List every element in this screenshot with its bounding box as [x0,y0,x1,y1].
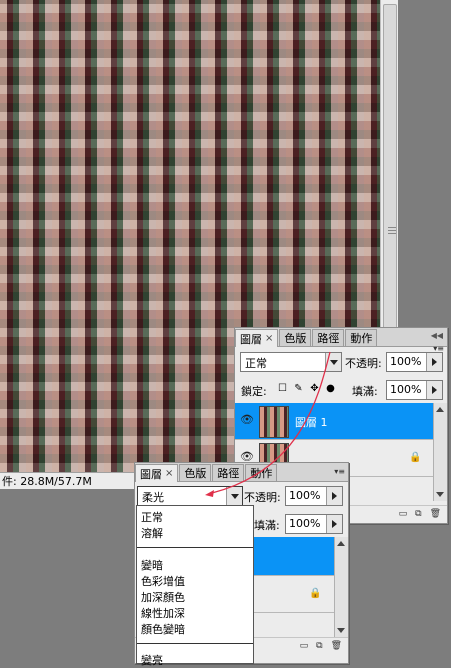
tab-label: 色版 [184,467,207,480]
layer-thumbnail [259,406,289,438]
doc-size-readout: 件: 28.8M/57.7M [2,475,92,488]
scroll-grip-line [388,230,396,231]
tab-paths[interactable]: 路徑 [312,329,345,346]
menu-item-normal[interactable]: 正常 [141,509,163,525]
fill-slider-toggle-icon[interactable] [426,381,442,399]
tab-channels[interactable]: 色版 [279,329,312,346]
blend-mode-select[interactable]: 正常 [240,352,342,372]
close-icon[interactable]: × [165,468,173,479]
menu-item-darker-color[interactable]: 顏色變暗 [141,621,185,637]
lock-icon: 🔒 [409,452,422,463]
panel-tabs: 圖層 × 色版 路徑 動作 [235,328,447,347]
tab-layers[interactable]: 圖層 × [235,329,279,347]
new-layer-icon[interactable]: ⧉ [415,509,421,519]
scroll-grip-line [388,233,396,234]
chevron-down-icon[interactable] [226,487,242,505]
opacity-field[interactable]: 100% [386,352,443,372]
panel-menu-icon[interactable]: ▾≡ [334,467,345,476]
fill-label: 填滿: [254,519,280,532]
blend-mode-menu: 正常 溶解 變暗 色彩增值 加深顏色 線性加深 顏色變暗 變亮 [136,505,254,667]
tab-label: 圖層 [140,467,162,481]
tab-label: 路徑 [317,332,340,345]
tab-layers[interactable]: 圖層 × [135,464,179,482]
opacity-field[interactable]: 100% [285,486,343,506]
scroll-grip-line [388,227,396,228]
layers-scrollbar[interactable] [433,403,447,501]
lock-brush-icon[interactable]: ✎ [293,383,304,394]
layer-row-1[interactable]: 👁 圖層 1 [235,403,433,440]
panel-tabs: 圖層 × 色版 路徑 動作 [135,463,348,482]
trash-icon[interactable]: 🗑 [430,509,441,519]
menu-divider [137,643,253,644]
close-icon[interactable]: × [265,333,273,344]
new-group-icon[interactable]: ▭ [399,509,408,519]
opacity-value: 100% [289,489,321,502]
opacity-label: 不透明: [244,491,281,504]
tab-label: 色版 [284,332,307,345]
blend-mode-select[interactable]: 柔光 [137,486,243,506]
new-group-icon[interactable]: ▭ [300,641,309,651]
blend-mode-value: 正常 [245,357,267,370]
opacity-slider-toggle-icon[interactable] [326,487,342,505]
fill-slider-toggle-icon[interactable] [326,515,342,533]
menu-item-dissolve[interactable]: 溶解 [141,525,163,541]
layer-name: 圖層 1 [295,416,328,429]
menu-item-lighten[interactable]: 變亮 [141,652,163,668]
tab-label: 路徑 [217,467,240,480]
fill-value: 100% [289,517,321,530]
eye-icon[interactable]: 👁 [240,414,254,426]
fill-label: 填滿: [352,385,378,398]
lock-options: ☐ ✎ ✥ ● [277,383,336,394]
fill-value: 100% [390,383,422,396]
scroll-down-icon[interactable] [436,492,444,497]
opacity-label: 不透明: [345,357,382,370]
menu-divider [137,547,253,548]
tab-actions[interactable]: 動作 [245,464,278,481]
fill-field[interactable]: 100% [285,514,343,534]
menu-item-color-burn[interactable]: 加深顏色 [141,589,185,605]
lock-all-icon[interactable]: ● [325,383,336,394]
lock-transparency-icon[interactable]: ☐ [277,383,288,394]
tab-label: 動作 [350,332,373,345]
tab-label: 動作 [250,467,273,480]
layer-row-1[interactable] [253,537,334,576]
lock-icon: 🔒 [309,588,322,599]
lock-label: 鎖定: [241,385,267,398]
trash-icon[interactable]: 🗑 [331,641,342,651]
fill-field[interactable]: 100% [386,380,443,400]
tab-label: 圖層 [240,332,262,346]
menu-item-linear-burn[interactable]: 線性加深 [141,605,185,621]
opacity-value: 100% [390,355,422,368]
tab-actions[interactable]: 動作 [345,329,378,346]
collapse-panel-icon[interactable]: ◀◀ [431,331,443,340]
menu-item-darken[interactable]: 變暗 [141,557,163,573]
new-layer-icon[interactable]: ⧉ [316,641,322,651]
menu-item-multiply[interactable]: 色彩增值 [141,573,185,589]
layer-row-background[interactable]: 🔒 [253,576,334,613]
tab-channels[interactable]: 色版 [179,464,212,481]
layers-scrollbar[interactable] [334,537,348,637]
lock-move-icon[interactable]: ✥ [309,383,320,394]
blend-mode-value: 柔光 [142,491,164,504]
scroll-up-icon[interactable] [436,407,444,412]
tab-paths[interactable]: 路徑 [212,464,245,481]
chevron-down-icon[interactable] [325,353,341,371]
scroll-down-icon[interactable] [337,628,345,633]
opacity-slider-toggle-icon[interactable] [426,353,442,371]
scroll-up-icon[interactable] [337,541,345,546]
